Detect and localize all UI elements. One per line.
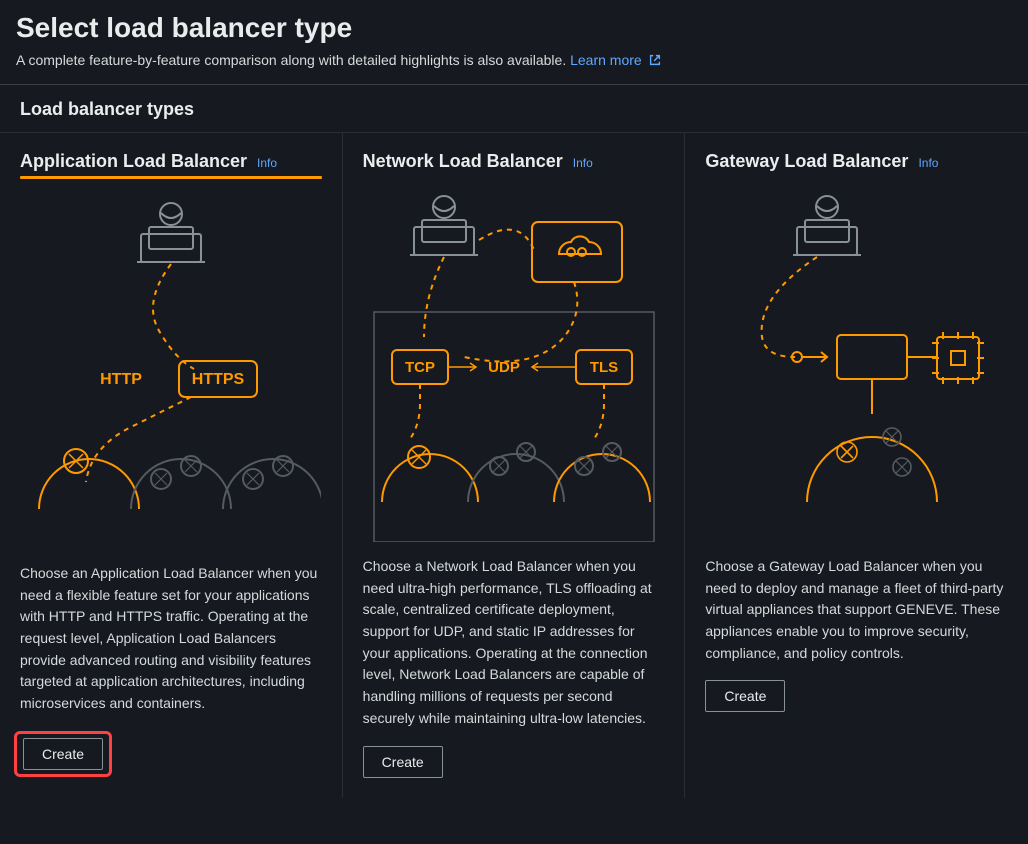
card-glb-title: Gateway Load Balancer	[705, 151, 908, 172]
page-title: Select load balancer type	[16, 12, 1012, 44]
card-glb: Gateway Load Balancer Info	[685, 133, 1028, 798]
alb-selected-indicator	[20, 176, 322, 179]
section-title: Load balancer types	[16, 85, 1012, 132]
card-glb-info-link[interactable]: Info	[918, 156, 938, 170]
alb-https-label: HTTPS	[192, 371, 245, 388]
nlb-create-button[interactable]: Create	[363, 746, 443, 778]
nlb-udp-label: UDP	[488, 359, 520, 376]
nlb-tls-label: TLS	[589, 359, 617, 376]
card-alb-title: Application Load Balancer	[20, 151, 247, 172]
glb-create-button[interactable]: Create	[705, 680, 785, 712]
card-alb: Application Load Balancer Info	[0, 133, 343, 798]
card-nlb-description: Choose a Network Load Balancer when you …	[363, 556, 665, 730]
alb-http-label: HTTP	[100, 371, 142, 388]
alb-create-button[interactable]: Create	[23, 738, 103, 770]
external-link-icon	[648, 53, 662, 67]
card-alb-description: Choose an Application Load Balancer when…	[20, 563, 322, 715]
subtitle-text: A complete feature-by-feature comparison…	[16, 52, 570, 68]
glb-diagram	[705, 182, 1008, 542]
page-subtitle: A complete feature-by-feature comparison…	[16, 52, 1012, 68]
card-alb-info-link[interactable]: Info	[257, 156, 277, 170]
lb-type-cards: Application Load Balancer Info	[0, 132, 1028, 798]
alb-diagram: HTTPS HTTP	[20, 189, 322, 549]
learn-more-link[interactable]: Learn more	[570, 52, 661, 68]
alb-create-highlight: Create	[14, 731, 112, 777]
card-glb-description: Choose a Gateway Load Balancer when you …	[705, 556, 1008, 664]
card-nlb: Network Load Balancer Info	[343, 133, 686, 798]
nlb-tcp-label: TCP	[405, 359, 435, 376]
card-nlb-title: Network Load Balancer	[363, 151, 563, 172]
card-nlb-info-link[interactable]: Info	[573, 156, 593, 170]
learn-more-label: Learn more	[570, 52, 642, 68]
nlb-diagram: TCP UDP TLS	[363, 182, 665, 542]
